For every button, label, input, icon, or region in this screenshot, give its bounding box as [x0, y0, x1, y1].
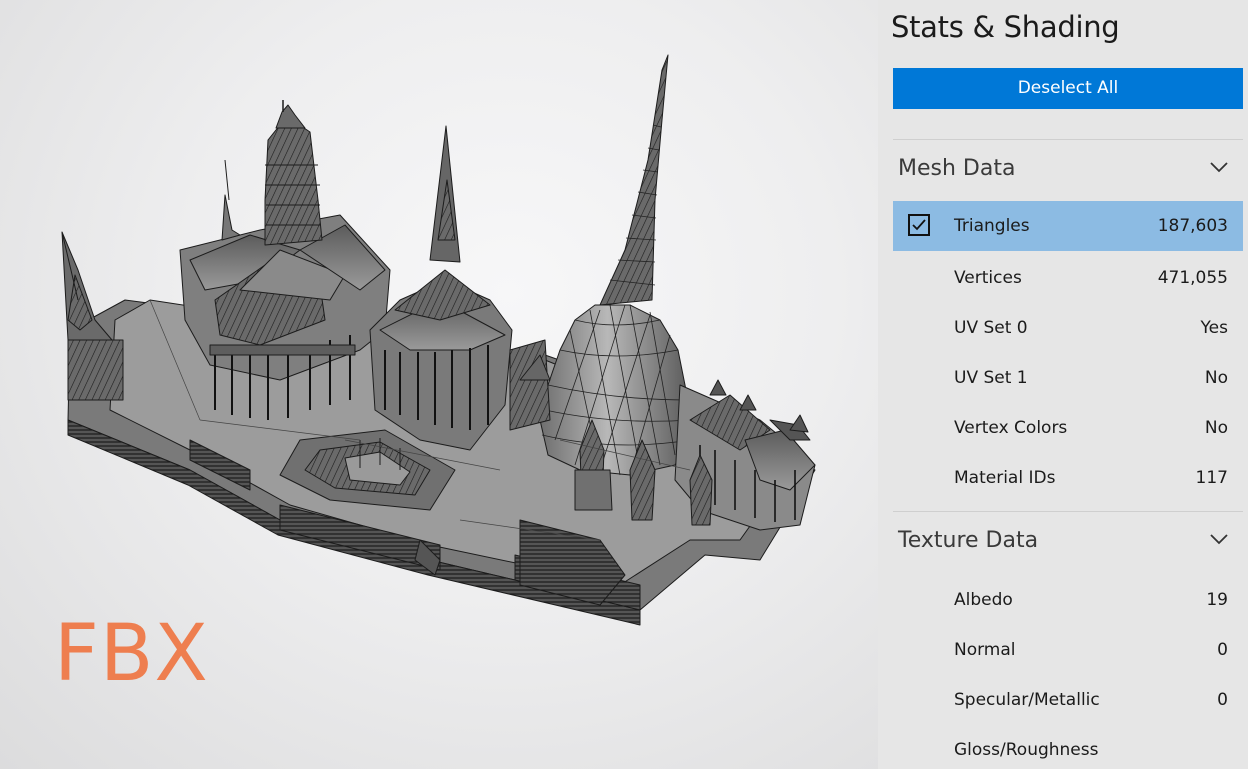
section-header-texture-data[interactable]: Texture Data: [893, 512, 1243, 570]
mesh-row-vertex-colors[interactable]: Vertex Colors No: [893, 403, 1243, 453]
row-label: Specular/Metallic: [954, 690, 1100, 710]
stats-shading-panel: Stats & Shading Deselect All Mesh Data T…: [878, 0, 1248, 769]
mesh-row-uv-set-0[interactable]: UV Set 0 Yes: [893, 303, 1243, 353]
row-label: Material IDs: [954, 468, 1056, 488]
section-title-mesh-data: Mesh Data: [898, 156, 1016, 181]
texture-row-albedo[interactable]: Albedo 19: [893, 575, 1243, 625]
row-label: Vertices: [954, 268, 1022, 288]
panel-title: Stats & Shading: [891, 10, 1120, 44]
chevron-down-icon[interactable]: [1209, 160, 1229, 174]
texture-row-specular-metallic[interactable]: Specular/Metallic 0: [893, 675, 1243, 725]
section-title-texture-data: Texture Data: [898, 528, 1039, 553]
row-label: Triangles: [954, 216, 1030, 236]
row-value: No: [1204, 368, 1228, 388]
mesh-row-uv-set-1[interactable]: UV Set 1 No: [893, 353, 1243, 403]
mesh-row-triangles[interactable]: Triangles 187,603: [893, 201, 1243, 251]
row-value: No: [1204, 418, 1228, 438]
row-value: 0: [1217, 690, 1228, 710]
app-window: FBX Stats & Shading Deselect All Mesh Da…: [0, 0, 1248, 769]
row-label: Vertex Colors: [954, 418, 1068, 438]
row-value: 19: [1206, 590, 1228, 610]
triangles-checkbox[interactable]: [908, 214, 930, 236]
section-header-mesh-data[interactable]: Mesh Data: [893, 140, 1243, 198]
deselect-all-button[interactable]: Deselect All: [893, 68, 1243, 109]
row-label: Albedo: [954, 590, 1013, 610]
row-value: Yes: [1200, 318, 1228, 338]
mesh-row-vertices[interactable]: Vertices 471,055: [893, 253, 1243, 303]
row-value: 117: [1195, 468, 1228, 488]
row-value: 471,055: [1157, 268, 1228, 288]
stupa-spire: [599, 54, 669, 306]
texture-row-normal[interactable]: Normal 0: [893, 625, 1243, 675]
row-label: UV Set 1: [954, 368, 1028, 388]
row-label: UV Set 0: [954, 318, 1028, 338]
row-value: 187,603: [1157, 216, 1228, 236]
checkmark-icon: [912, 219, 926, 231]
central-prang: [264, 121, 323, 246]
row-value: 0: [1217, 640, 1228, 660]
file-format-label: FBX: [54, 609, 209, 699]
mesh-row-material-ids[interactable]: Material IDs 117: [893, 453, 1243, 503]
3d-viewport[interactable]: FBX: [0, 0, 878, 769]
texture-row-gloss-roughness[interactable]: Gloss/Roughness: [893, 725, 1243, 769]
row-label: Gloss/Roughness: [954, 740, 1099, 760]
row-label: Normal: [954, 640, 1016, 660]
chevron-down-icon[interactable]: [1209, 532, 1229, 546]
